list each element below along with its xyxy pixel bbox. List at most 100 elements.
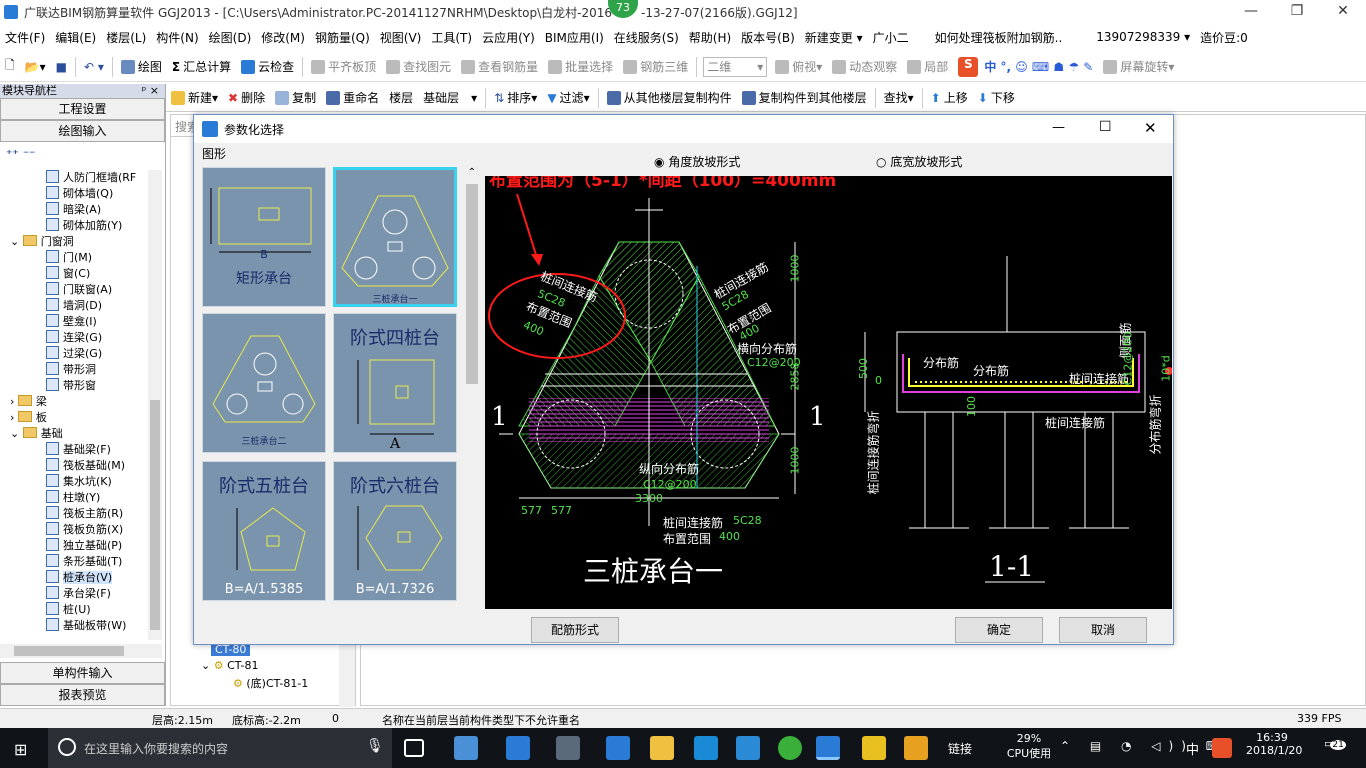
shape-step-six-pile[interactable]: 阶式六桩台 B=A/1.7326 <box>333 461 457 601</box>
action-center-icon[interactable]: ▭21 <box>1324 737 1346 750</box>
maximize-button[interactable]: ❐ <box>1274 0 1320 24</box>
tree-item[interactable]: 基础梁(F) <box>0 442 150 458</box>
tree-item[interactable]: 门(M) <box>0 250 150 266</box>
tree-item[interactable]: 筏板主筋(R) <box>0 506 150 522</box>
dialog-close-button[interactable]: ✕ <box>1144 119 1157 137</box>
tree-item[interactable]: 砌体墙(Q) <box>0 186 150 202</box>
tree-item[interactable]: 柱墩(Y) <box>0 490 150 506</box>
microphone-icon[interactable]: 🎙 <box>366 738 384 754</box>
menu-item[interactable]: 视图(V) <box>375 29 427 46</box>
menu-item[interactable]: 绘图(D) <box>204 29 257 46</box>
tree-item[interactable]: › 梁 <box>0 394 150 410</box>
help-app-icon[interactable] <box>862 736 886 760</box>
tree-item[interactable]: 桩承台(V) <box>0 570 150 586</box>
tree-item[interactable]: 暗梁(A) <box>0 202 150 218</box>
move-up-button[interactable]: ⬆ 上移 <box>926 89 973 106</box>
tree-item[interactable]: ⌄ 基础 <box>0 426 150 442</box>
menu-item[interactable]: 工具(T) <box>426 29 477 46</box>
ime-indicator[interactable]: 中 <box>1186 739 1199 758</box>
menu-item[interactable]: 钢筋量(Q) <box>310 29 375 46</box>
dialog-maximize-button[interactable]: ☐ <box>1099 119 1112 135</box>
pinned-app-green-icon[interactable] <box>778 736 802 760</box>
tree-hscroll-thumb[interactable] <box>14 646 124 656</box>
rebar-form-button[interactable]: 配筋形式 <box>531 617 619 643</box>
new-file-icon[interactable]: 🗋 <box>0 56 20 77</box>
close-button[interactable]: ✕ <box>1320 0 1366 24</box>
menu-item[interactable]: 修改(M) <box>256 29 310 46</box>
search-button[interactable]: 查找 ▾ <box>879 89 919 106</box>
expand-icon[interactable]: ⌄ <box>10 427 23 440</box>
comp-item-ct81[interactable]: ⌄ ⚙ CT-81 <box>201 659 258 672</box>
sum-calc-button[interactable]: Σ 汇总计算 <box>167 58 236 75</box>
tree-item[interactable]: ⌄ 门窗洞 <box>0 234 150 250</box>
shape-rect-cap[interactable]: 矩形承台 B <box>202 167 326 307</box>
notes-app-icon[interactable] <box>904 736 928 760</box>
undo-icon[interactable]: ↶ ▾ <box>79 60 109 74</box>
report-preview-button[interactable]: 报表预览 <box>0 684 165 706</box>
tree-item[interactable]: 集水坑(K) <box>0 474 150 490</box>
comp-item-ct81-1[interactable]: ⚙ (底)CT-81-1 <box>233 675 308 691</box>
shape-step-five-pile[interactable]: 阶式五桩台 B=A/1.5385 <box>202 461 326 601</box>
steel-3d-button[interactable]: 钢筋三维 <box>618 58 693 75</box>
single-input-button[interactable]: 单构件输入 <box>0 662 165 684</box>
batch-select-button[interactable]: 批量选择 <box>543 58 618 75</box>
shapes-scrollbar[interactable]: ⌃ <box>464 167 480 607</box>
delete-button[interactable]: ✖ 删除 <box>223 89 270 106</box>
cloud-check-button[interactable]: 云检查 <box>236 58 299 75</box>
tree-item[interactable]: 墙洞(D) <box>0 298 150 314</box>
view-mode-select[interactable]: 二维 ▾ <box>703 56 768 77</box>
draw-input-button[interactable]: 绘图输入 <box>0 120 165 142</box>
pinned-app-3-icon[interactable] <box>556 736 580 760</box>
menu-item[interactable]: 文件(F) <box>0 29 50 46</box>
file-explorer-icon[interactable] <box>650 736 674 760</box>
menu-item[interactable]: 广小二 <box>868 29 914 46</box>
tree-item[interactable]: 筏板负筋(X) <box>0 522 150 538</box>
project-settings-button[interactable]: 工程设置 <box>0 98 165 120</box>
menu-item[interactable]: 如何处理筏板附加钢筋.. <box>930 29 1068 46</box>
move-down-button[interactable]: ⬇ 下移 <box>973 89 1020 106</box>
expand-icon[interactable]: › <box>10 411 18 424</box>
shape-three-pile-cap-1[interactable]: 三桩承台一 <box>333 167 457 307</box>
sogou-tray-icon[interactable] <box>1212 738 1232 758</box>
align-slab-button[interactable]: 平齐板顶 <box>306 58 381 75</box>
expand-icon[interactable]: ⌄ <box>10 235 23 248</box>
ie-icon[interactable] <box>506 736 530 760</box>
tree-item[interactable]: 独立基础(P) <box>0 538 150 554</box>
dialog-minimize-button[interactable]: — <box>1052 120 1065 135</box>
tree-item[interactable]: › 板 <box>0 410 150 426</box>
tree-scrollbar[interactable] <box>148 170 162 640</box>
pin-close-icons[interactable]: ᵖ × <box>142 84 159 98</box>
screen-rotate-button[interactable]: 屏幕旋转 ▾ <box>1098 58 1179 75</box>
expand-icon[interactable]: › <box>10 395 18 408</box>
menu-item[interactable]: BIM应用(I) <box>540 29 609 46</box>
save-icon[interactable]: ■ <box>51 60 72 74</box>
tree-item[interactable]: 带形洞 <box>0 362 150 378</box>
tree-item[interactable]: 条形基础(T) <box>0 554 150 570</box>
sort-button[interactable]: ⇅ 排序 ▾ <box>489 89 542 106</box>
rename-button[interactable]: 重命名 <box>321 89 384 106</box>
taskbar-search-box[interactable]: 在这里输入你要搜索的内容 🎙 <box>48 728 392 768</box>
tree-item[interactable]: 带形窗 <box>0 378 150 394</box>
menu-item[interactable]: 帮助(H) <box>684 29 736 46</box>
tree-scroll-thumb[interactable] <box>150 400 160 630</box>
floor-select[interactable]: 基础层 ▾ <box>418 89 482 106</box>
new-component-button[interactable]: 新建 ▾ <box>166 89 223 106</box>
cancel-button[interactable]: 取消 <box>1059 617 1147 643</box>
radio-width-slope[interactable]: ○ 底宽放坡形式 <box>876 153 962 170</box>
shape-step-four-pile[interactable]: 阶式四桩台 A <box>333 313 457 453</box>
ime-toolbar[interactable]: S中 °, ☺ ⌨ ☗ ☂ ✎ <box>953 56 1098 77</box>
menu-item[interactable]: 在线服务(S) <box>609 29 684 46</box>
radio-angle-slope[interactable]: ◉ 角度放坡形式 <box>654 153 740 170</box>
copy-button[interactable]: 复制 <box>270 89 321 106</box>
copy-from-floor-button[interactable]: 从其他楼层复制构件 <box>602 89 737 106</box>
tree-item[interactable]: 壁龛(I) <box>0 314 150 330</box>
pinned-app-1-icon[interactable] <box>454 736 478 760</box>
dynamic-view-button[interactable]: 动态观察 <box>827 58 902 75</box>
tree-item[interactable]: 人防门框墙(RF <box>0 170 150 186</box>
find-element-button[interactable]: 查找图元 <box>381 58 456 75</box>
shapes-scroll-thumb[interactable] <box>466 184 478 384</box>
ok-button[interactable]: 确定 <box>955 617 1043 643</box>
windows-start-icon[interactable]: ⊞ <box>14 740 27 759</box>
task-view-icon[interactable] <box>404 739 424 757</box>
menu-item[interactable]: 新建变更 ▾ <box>800 29 868 46</box>
